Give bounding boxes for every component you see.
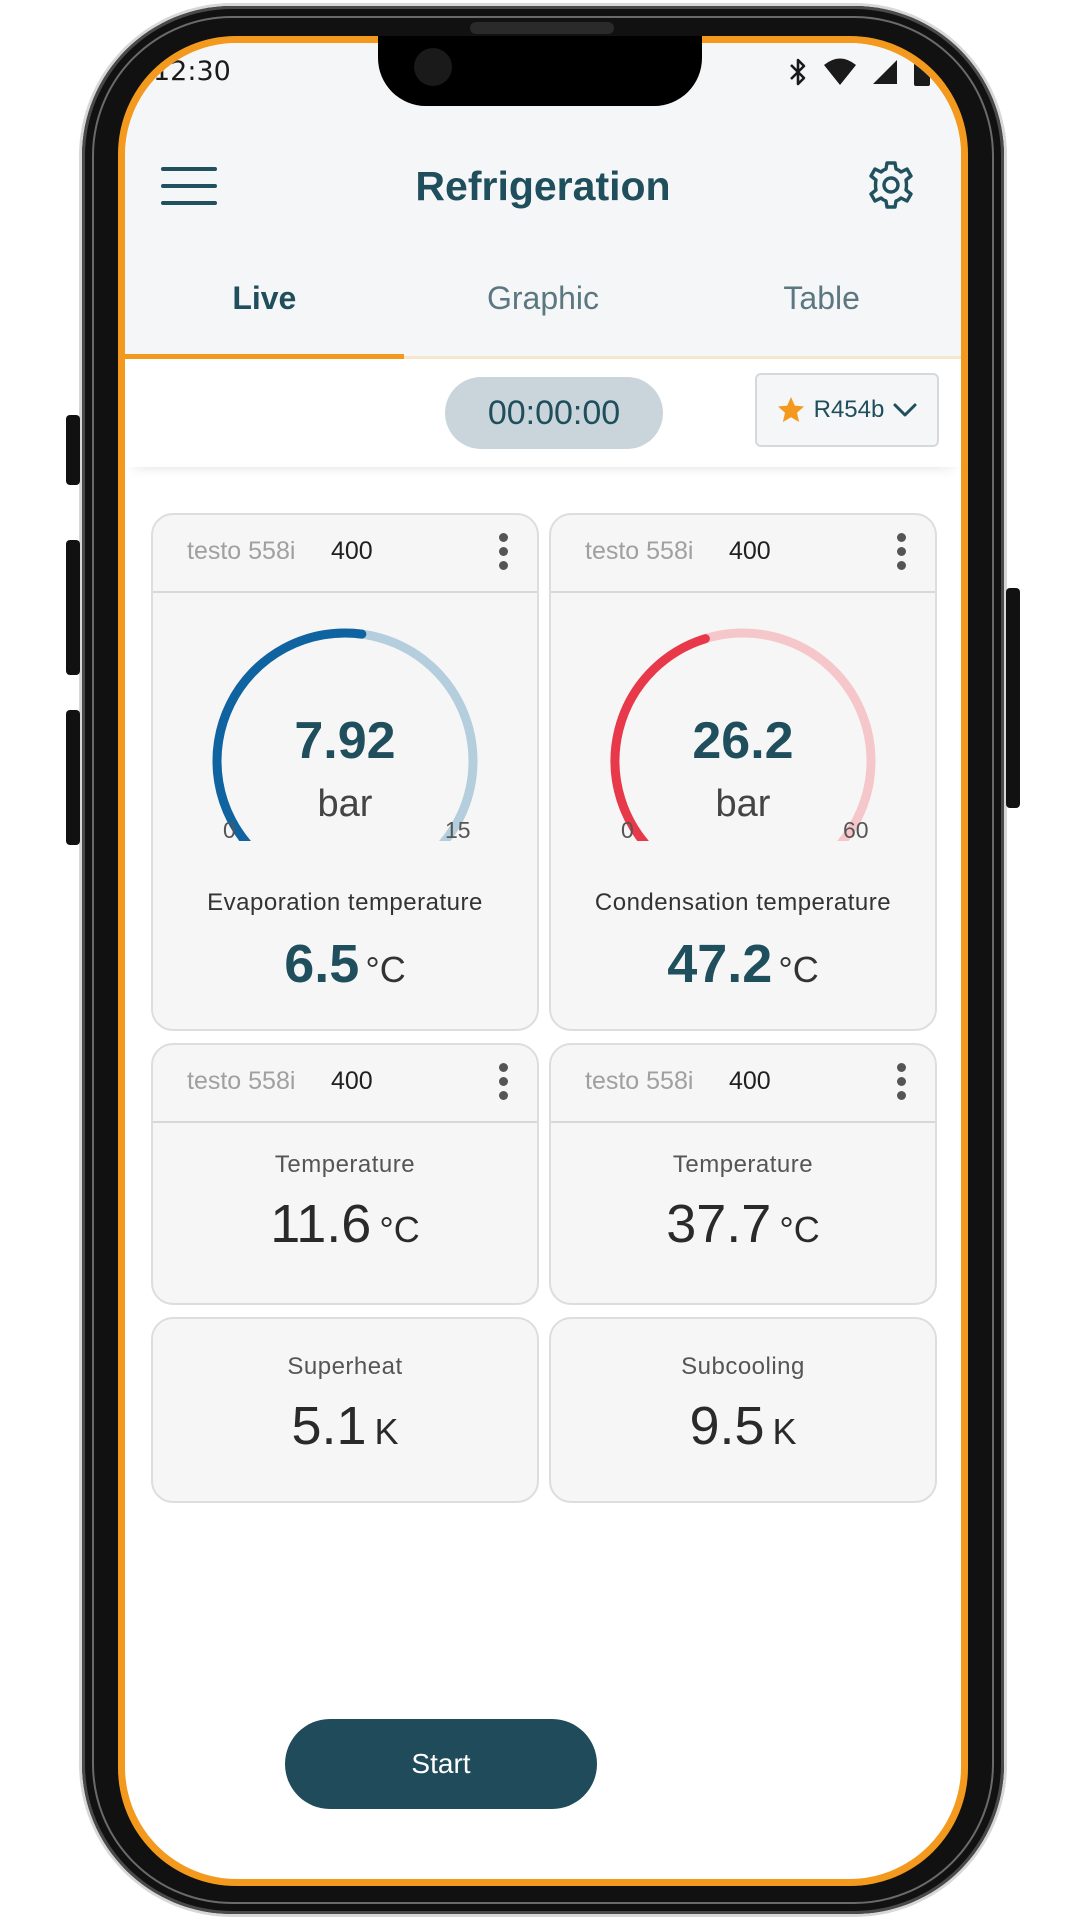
app-header: Refrigeration (125, 123, 961, 248)
pressure-value: 7.92 (294, 712, 396, 770)
pressure-card-low[interactable]: testo 558i 400 7.92 bar 0 15 Evaporation… (151, 513, 539, 1031)
probe-id: 400 (729, 537, 771, 565)
gauge-min-label: 0 (223, 817, 236, 843)
value-unit: °C (379, 1209, 420, 1250)
temperature-label: Temperature (274, 1151, 416, 1178)
evaporation-temperature-value: 6.5 °C (153, 933, 537, 995)
side-button-silent (66, 415, 80, 485)
cellular-signal-icon (873, 60, 897, 84)
tab-live[interactable]: Live (125, 248, 404, 359)
subcooling-label: Subcooling (681, 1353, 805, 1380)
gauge-min-label: 0 (621, 817, 634, 843)
value-number: 5.1 (291, 1396, 367, 1456)
more-options-icon[interactable] (497, 533, 509, 573)
value-number: 11.6 (270, 1194, 372, 1254)
probe-name: testo 558i (187, 537, 296, 565)
value-number: 9.5 (689, 1396, 765, 1456)
pressure-unit: bar (715, 783, 771, 825)
elapsed-timer: 00:00:00 (445, 377, 663, 449)
start-button[interactable]: Start (285, 1719, 597, 1809)
side-button-power (1006, 588, 1020, 808)
battery-icon (914, 57, 930, 86)
app-screen: 12:30 Refrigeration Live Graphic Table 0… (125, 43, 961, 1879)
temperature-value: 11.6 °C (153, 1193, 537, 1255)
condensation-temperature-value: 47.2 °C (551, 933, 935, 995)
status-time: 12:30 (153, 56, 231, 87)
condensation-temperature-label: Condensation temperature (594, 889, 892, 916)
card-header: testo 558i 400 (551, 1045, 935, 1123)
value-number: 37.7 (666, 1194, 772, 1254)
value-unit: K (374, 1411, 399, 1452)
temperature-label: Temperature (672, 1151, 814, 1178)
value-unit: °C (778, 949, 819, 990)
probe-id: 400 (331, 1067, 373, 1095)
temperature-value: 37.7 °C (551, 1193, 935, 1255)
probe-name: testo 558i (187, 1067, 296, 1095)
subcooling-card[interactable]: Subcooling 9.5 K (549, 1317, 937, 1503)
temperature-card-liquid[interactable]: testo 558i 400 Temperature 37.7 °C (549, 1043, 937, 1305)
superheat-card[interactable]: Superheat 5.1 K (151, 1317, 539, 1503)
value-unit: °C (365, 949, 406, 990)
superheat-value: 5.1 K (153, 1395, 537, 1457)
probe-id: 400 (729, 1067, 771, 1095)
more-options-icon[interactable] (895, 1063, 907, 1103)
pressure-unit: bar (317, 783, 373, 825)
status-icons (787, 57, 931, 87)
card-header: testo 558i 400 (153, 515, 537, 593)
speaker-grille (470, 22, 614, 34)
probe-name: testo 558i (585, 1067, 694, 1095)
probe-name: testo 558i (585, 537, 694, 565)
value-unit: °C (779, 1209, 820, 1250)
subcooling-value: 9.5 K (551, 1395, 935, 1457)
value-number: 6.5 (284, 934, 360, 994)
card-header: testo 558i 400 (551, 515, 935, 593)
measurement-toolbar: 00:00:00 R454b (125, 359, 961, 467)
more-options-icon[interactable] (497, 1063, 509, 1103)
evaporation-temperature-label: Evaporation temperature (207, 889, 483, 916)
chevron-down-icon (893, 403, 917, 417)
superheat-label: Superheat (287, 1353, 403, 1380)
gear-icon[interactable] (865, 159, 917, 211)
value-unit: K (772, 1411, 797, 1452)
pressure-card-high[interactable]: testo 558i 400 26.2 bar 0 60 Condensatio… (549, 513, 937, 1031)
side-button-volume-up (66, 540, 80, 675)
refrigerant-label: R454b (813, 396, 885, 423)
refrigerant-selector[interactable]: R454b (755, 373, 939, 447)
page-title: Refrigeration (415, 163, 671, 209)
value-number: 47.2 (667, 934, 773, 994)
star-icon (777, 397, 804, 422)
front-camera (414, 48, 452, 86)
wifi-icon (824, 58, 856, 85)
temperature-card-suction[interactable]: testo 558i 400 Temperature 11.6 °C (151, 1043, 539, 1305)
probe-id: 400 (331, 537, 373, 565)
gauge-max-label: 60 (843, 817, 869, 843)
card-header: testo 558i 400 (153, 1045, 537, 1123)
tab-graphic[interactable]: Graphic (404, 248, 683, 356)
more-options-icon[interactable] (895, 533, 907, 573)
view-tabs: Live Graphic Table (125, 248, 961, 359)
camera-notch (378, 36, 702, 106)
pressure-value: 26.2 (692, 712, 794, 770)
tab-table[interactable]: Table (682, 248, 961, 356)
gauge-max-label: 15 (445, 817, 471, 843)
bluetooth-icon (790, 58, 806, 86)
side-button-volume-down (66, 710, 80, 845)
